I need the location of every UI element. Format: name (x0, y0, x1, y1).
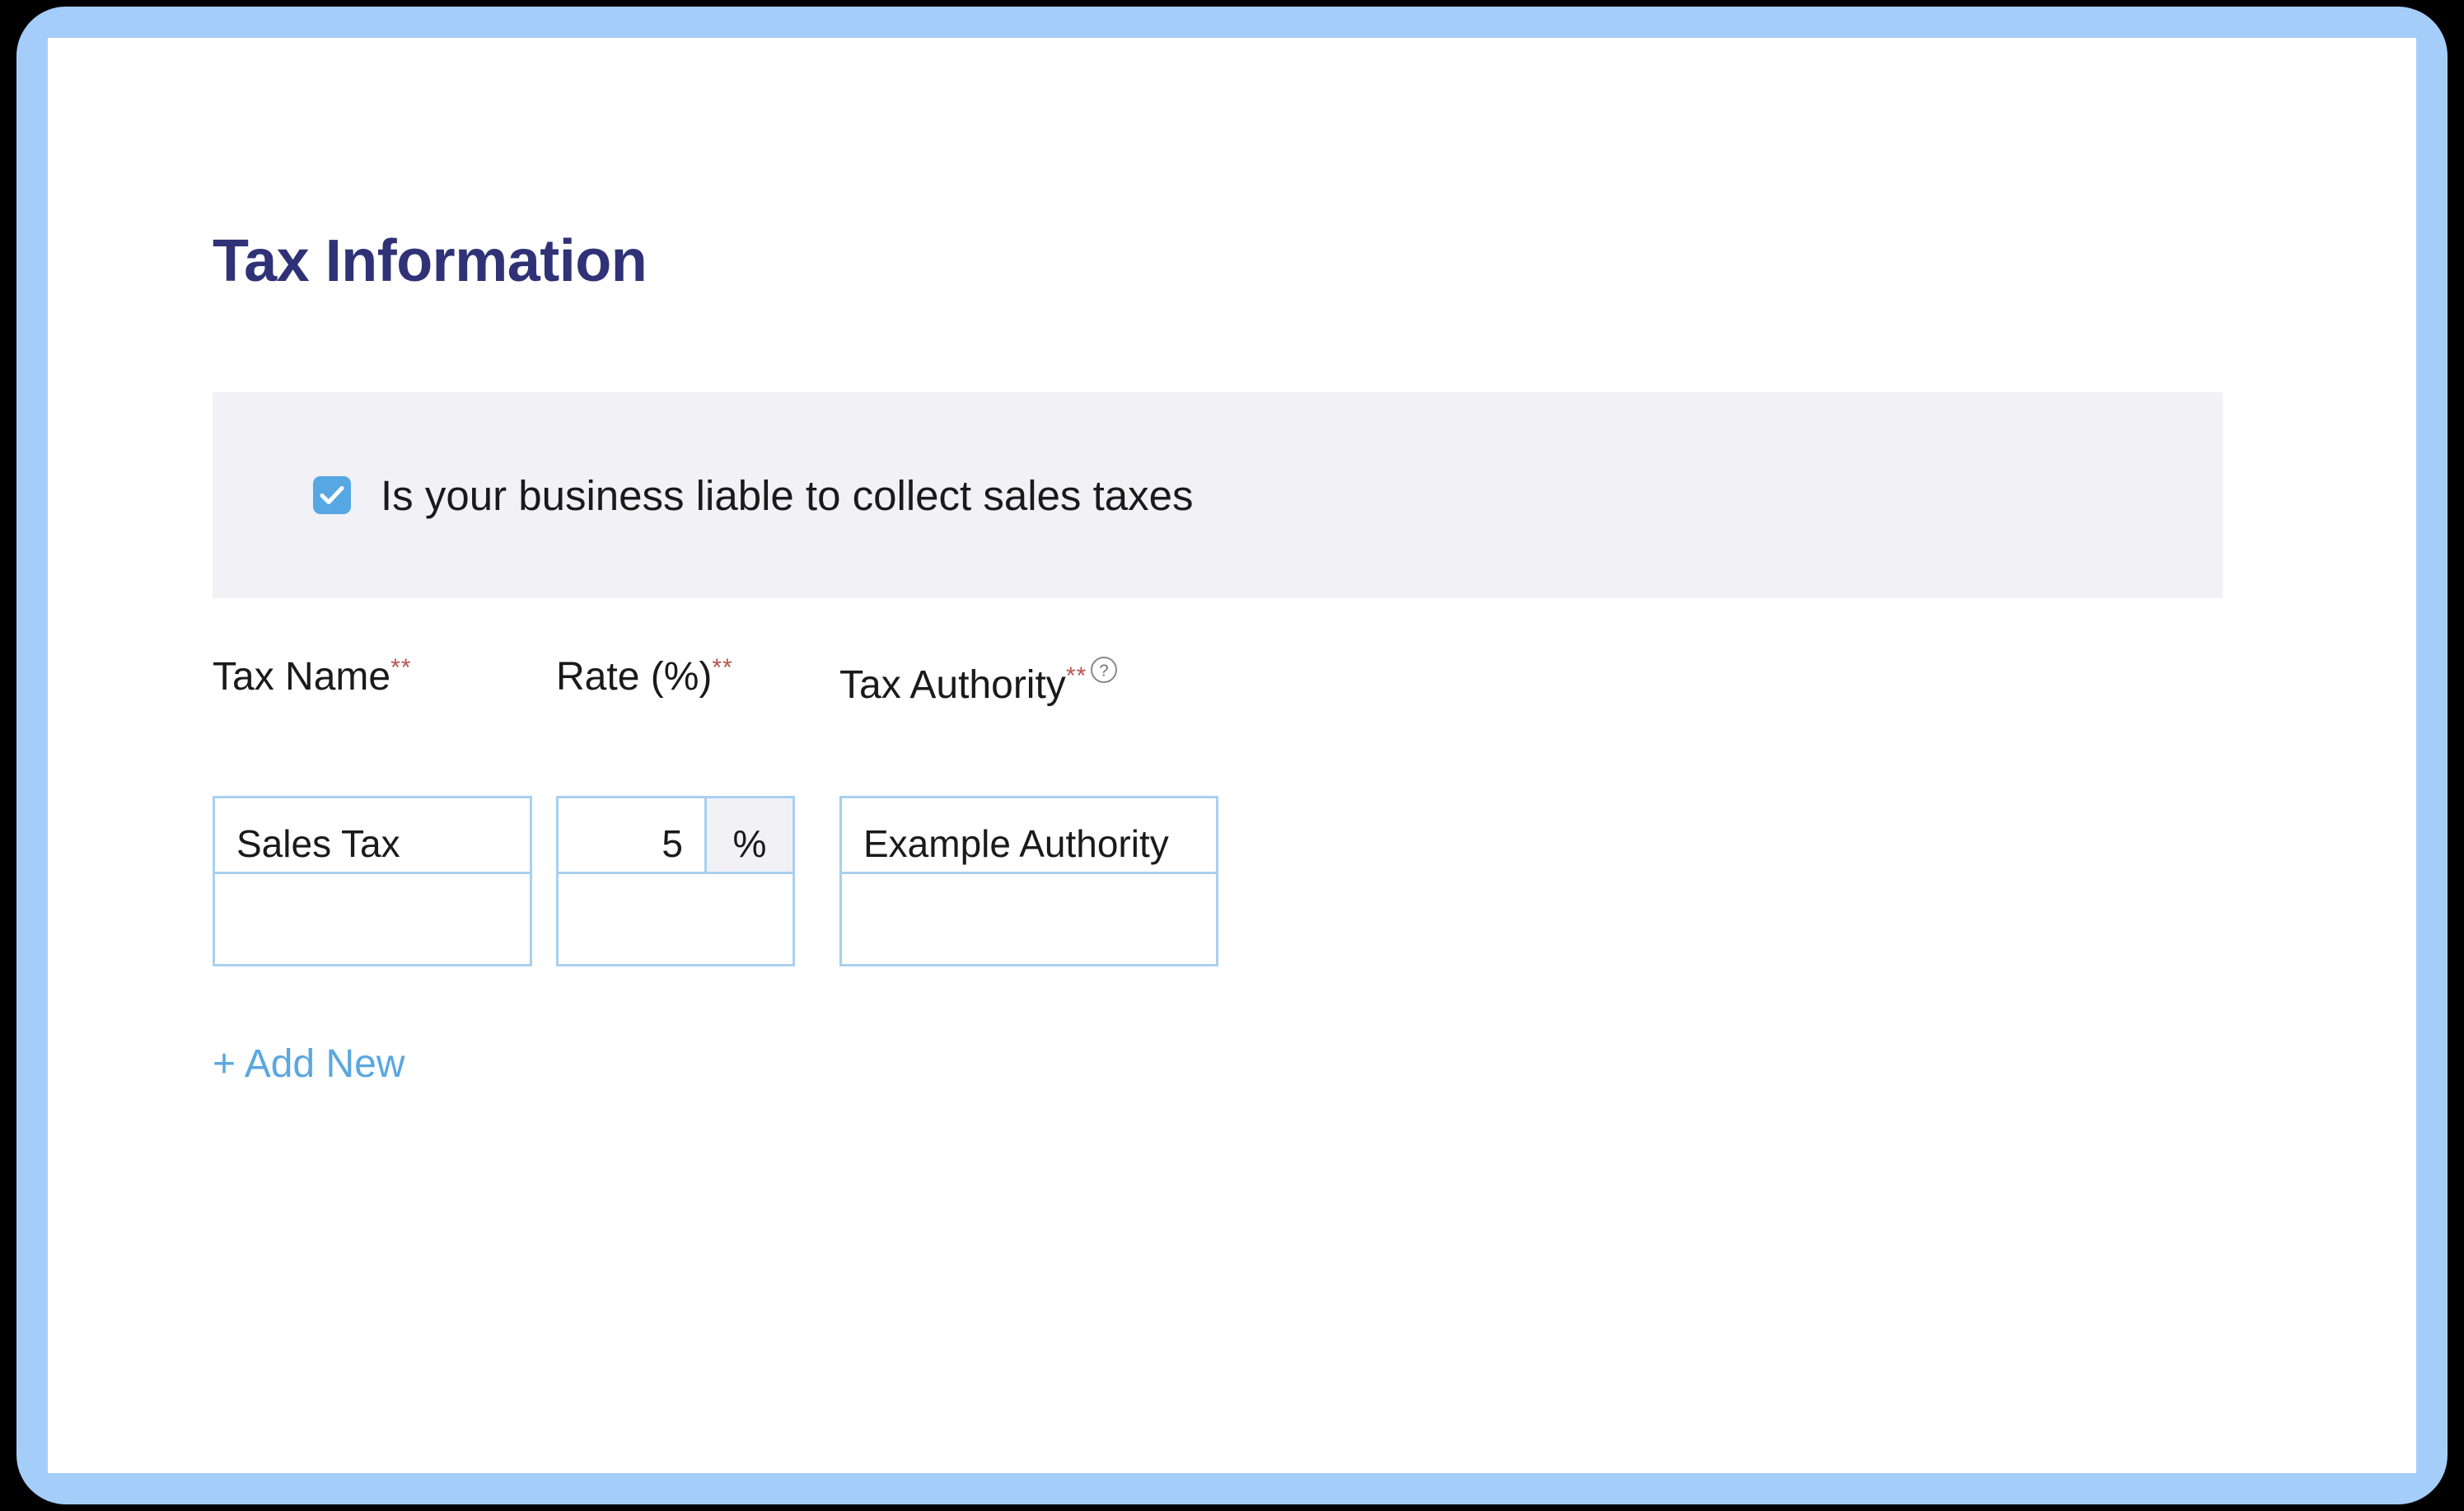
card-content: Tax Information Is your business liable … (48, 38, 2416, 1473)
required-marker: ** (390, 654, 411, 681)
sales-tax-liable-label: Is your business liable to collect sales… (381, 471, 1193, 520)
label-rate-text: Rate (%) (556, 655, 712, 699)
label-tax-authority-text: Tax Authority (839, 663, 1066, 707)
page-title: Tax Information (213, 227, 647, 295)
label-rate: Rate (%)** (556, 656, 733, 697)
input-tax-name-row2[interactable] (213, 872, 532, 966)
input-tax-authority-row2[interactable] (839, 872, 1218, 966)
check-icon (320, 485, 344, 505)
svg-text:?: ? (1100, 662, 1109, 681)
required-marker: ** (1066, 662, 1087, 690)
sales-tax-liability-banner: Is your business liable to collect sales… (213, 392, 2223, 598)
required-marker: ** (712, 654, 732, 681)
add-new-row-button[interactable]: + Add New (213, 1041, 404, 1087)
sales-tax-liable-checkbox[interactable] (313, 476, 351, 514)
label-tax-authority: Tax Authority** ? (839, 656, 1118, 705)
app-card-frame: Tax Information Is your business liable … (16, 7, 2448, 1504)
input-rate-row2[interactable] (556, 872, 795, 966)
help-icon[interactable]: ? (1090, 656, 1118, 684)
label-tax-name-text: Tax Name (213, 655, 390, 699)
label-tax-name: Tax Name** (213, 656, 411, 697)
